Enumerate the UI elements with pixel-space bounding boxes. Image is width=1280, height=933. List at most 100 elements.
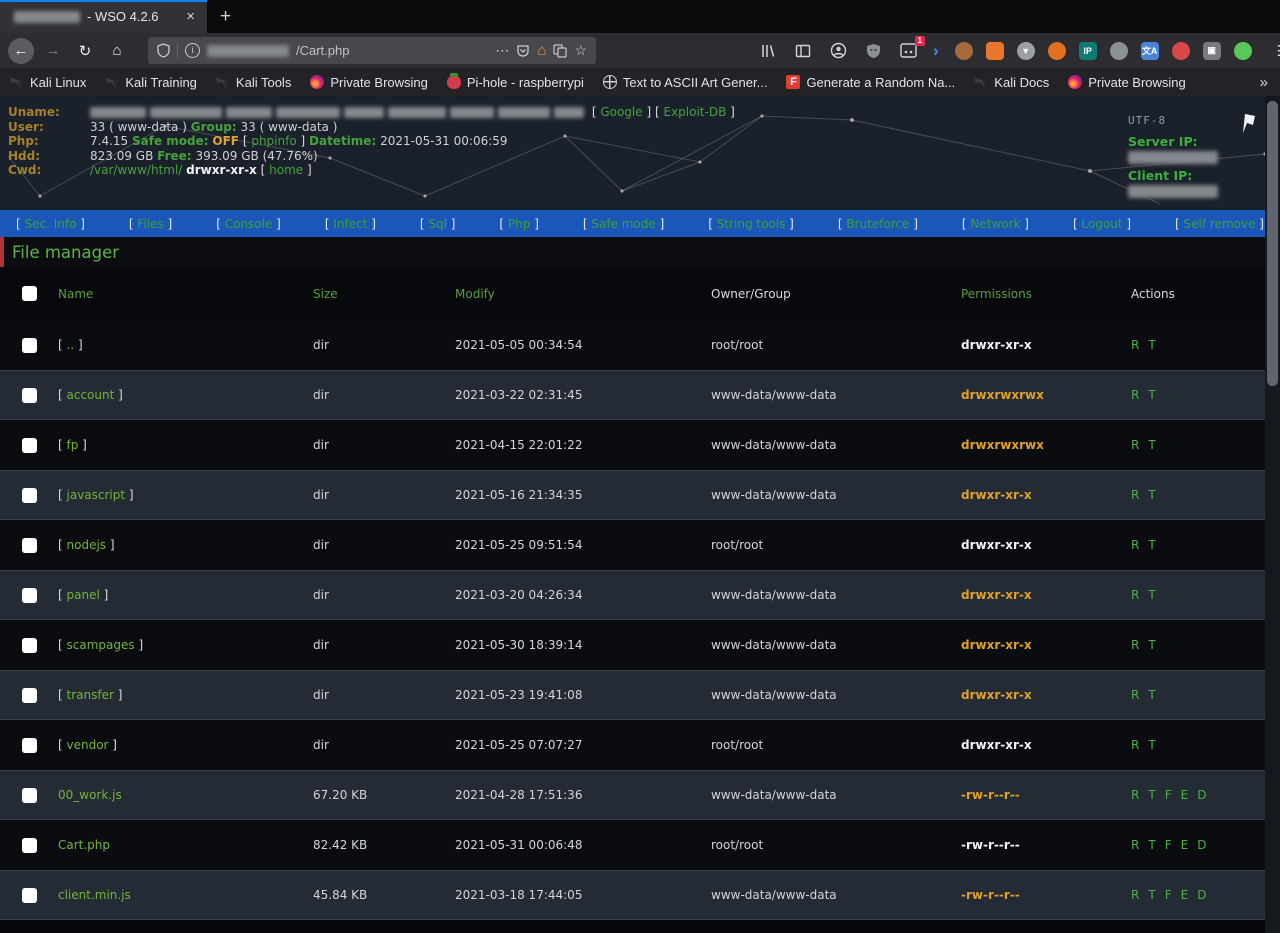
row-checkbox[interactable] xyxy=(22,588,37,603)
nav-bruteforce[interactable]: [ Bruteforce ] xyxy=(838,217,918,231)
site-info-icon[interactable]: i xyxy=(185,43,200,58)
back-button[interactable]: ← xyxy=(8,38,34,64)
action-d[interactable]: D xyxy=(1197,788,1207,802)
file-link[interactable]: [ vendor ] xyxy=(58,738,313,752)
tab-close-icon[interactable]: × xyxy=(182,8,199,25)
action-r[interactable]: R xyxy=(1131,788,1140,802)
charset-indicator[interactable]: UTF-8 xyxy=(1128,114,1166,127)
google-link[interactable]: [ Google ] xyxy=(592,105,651,119)
row-checkbox[interactable] xyxy=(22,438,37,453)
action-r[interactable]: R xyxy=(1131,588,1140,602)
action-f[interactable]: F xyxy=(1165,888,1173,902)
action-f[interactable]: F xyxy=(1165,838,1173,852)
home-link[interactable]: [ home ] xyxy=(261,163,312,177)
nav-php[interactable]: [ Php ] xyxy=(499,217,538,231)
row-checkbox[interactable] xyxy=(22,388,37,403)
permissions-link[interactable]: -rw-r--r-- xyxy=(961,788,1131,802)
bookmark-kali-linux[interactable]: Kali Linux xyxy=(10,75,86,90)
nav-string-tools[interactable]: [ String tools ] xyxy=(708,217,794,231)
row-checkbox[interactable] xyxy=(22,338,37,353)
action-e[interactable]: E xyxy=(1181,788,1190,802)
action-t[interactable]: T xyxy=(1148,638,1156,652)
forward-button[interactable]: → xyxy=(40,38,66,64)
permissions-link[interactable]: drwxr-xr-x xyxy=(961,638,1131,652)
bookmark-star-icon[interactable]: ☆ xyxy=(574,42,587,59)
exploitdb-link[interactable]: [ Exploit-DB ] xyxy=(655,105,735,119)
toolbar-overflow-icon[interactable]: › xyxy=(933,41,939,61)
permissions-link[interactable]: drwxrwxrwx xyxy=(961,438,1131,452)
bookmark-private-browsing[interactable]: Private Browsing xyxy=(1068,75,1186,90)
row-checkbox[interactable] xyxy=(22,888,37,903)
permissions-link[interactable]: -rw-r--r-- xyxy=(961,838,1131,852)
foxyproxy-icon[interactable] xyxy=(986,42,1004,60)
nav-safe-mode[interactable]: [ Safe mode ] xyxy=(583,217,664,231)
phpinfo-link[interactable]: [ phpinfo ] xyxy=(243,134,305,148)
file-link[interactable]: [ panel ] xyxy=(58,588,313,602)
row-checkbox[interactable] xyxy=(22,788,37,803)
action-r[interactable]: R xyxy=(1131,738,1140,752)
fox-cluster-icon[interactable] xyxy=(1048,42,1066,60)
action-f[interactable]: F xyxy=(1165,788,1173,802)
file-link[interactable]: [ .. ] xyxy=(58,338,313,352)
containers-icon[interactable]: 1 xyxy=(898,41,918,61)
action-t[interactable]: T xyxy=(1148,538,1156,552)
nav-console[interactable]: [ Console ] xyxy=(216,217,281,231)
action-t[interactable]: T xyxy=(1148,588,1156,602)
red-creature-icon[interactable] xyxy=(1172,42,1190,60)
file-link[interactable]: [ scampages ] xyxy=(58,638,313,652)
pihole-house-icon[interactable]: ⌂ xyxy=(537,42,546,59)
flag-icon[interactable] xyxy=(1240,112,1258,134)
column-header-name[interactable]: Name xyxy=(58,287,313,301)
permissions-link[interactable]: -rw-r--r-- xyxy=(961,888,1131,902)
action-t[interactable]: T xyxy=(1148,438,1156,452)
translate-page-icon[interactable] xyxy=(553,44,567,58)
action-r[interactable]: R xyxy=(1131,888,1140,902)
nav-network[interactable]: [ Network ] xyxy=(962,217,1029,231)
url-bar[interactable]: i /Cart.php ⋯ ⌂ ☆ xyxy=(148,37,596,64)
action-d[interactable]: D xyxy=(1197,888,1207,902)
permissions-link[interactable]: drwxrwxrwx xyxy=(961,388,1131,402)
translate-extension-icon[interactable]: 文A xyxy=(1141,42,1159,60)
robot-extension-icon[interactable] xyxy=(1110,42,1128,60)
bookmark-kali-training[interactable]: Kali Training xyxy=(105,75,197,90)
bookmark-text-to-ascii-art-gener-[interactable]: Text to ASCII Art Gener... xyxy=(603,75,768,90)
action-d[interactable]: D xyxy=(1197,838,1207,852)
action-r[interactable]: R xyxy=(1131,538,1140,552)
action-t[interactable]: T xyxy=(1148,888,1156,902)
account-icon[interactable] xyxy=(828,41,848,61)
nav-sec-info[interactable]: [ Sec. Info ] xyxy=(16,217,85,231)
row-checkbox[interactable] xyxy=(22,688,37,703)
row-checkbox[interactable] xyxy=(22,738,37,753)
action-t[interactable]: T xyxy=(1148,388,1156,402)
permissions-link[interactable]: drwxr-xr-x xyxy=(961,488,1131,502)
nav-logout[interactable]: [ Logout ] xyxy=(1073,217,1131,231)
file-link[interactable]: [ fp ] xyxy=(58,438,313,452)
action-e[interactable]: E xyxy=(1181,888,1190,902)
action-t[interactable]: T xyxy=(1148,688,1156,702)
action-r[interactable]: R xyxy=(1131,438,1140,452)
action-t[interactable]: T xyxy=(1148,738,1156,752)
nav-self-remove[interactable]: [ Self remove ] xyxy=(1175,217,1264,231)
action-r[interactable]: R xyxy=(1131,488,1140,502)
reload-button[interactable]: ↻ xyxy=(72,38,98,64)
home-button[interactable]: ⌂ xyxy=(104,38,130,64)
action-t[interactable]: T xyxy=(1148,338,1156,352)
select-all-checkbox[interactable] xyxy=(22,286,37,301)
scrollbar-thumb[interactable] xyxy=(1267,101,1278,386)
column-header-modify[interactable]: Modify xyxy=(455,287,711,301)
file-link[interactable]: Cart.php xyxy=(58,838,313,852)
row-checkbox[interactable] xyxy=(22,538,37,553)
nav-infect[interactable]: [ Infect ] xyxy=(325,217,376,231)
toggle-extension-icon[interactable] xyxy=(1234,42,1252,60)
tracking-protection-shield-icon[interactable] xyxy=(157,43,170,58)
adblock-shield-icon[interactable] xyxy=(863,41,883,61)
sidebar-icon[interactable] xyxy=(793,41,813,61)
browser-tab[interactable]: - WSO 4.2.6 × xyxy=(0,0,207,33)
action-r[interactable]: R xyxy=(1131,688,1140,702)
url-path[interactable]: /Cart.php xyxy=(296,43,488,58)
action-r[interactable]: R xyxy=(1131,638,1140,652)
permissions-link[interactable]: drwxr-xr-x xyxy=(961,688,1131,702)
file-link[interactable]: [ account ] xyxy=(58,388,313,402)
row-checkbox[interactable] xyxy=(22,838,37,853)
permissions-link[interactable]: drwxr-xr-x xyxy=(961,338,1131,352)
